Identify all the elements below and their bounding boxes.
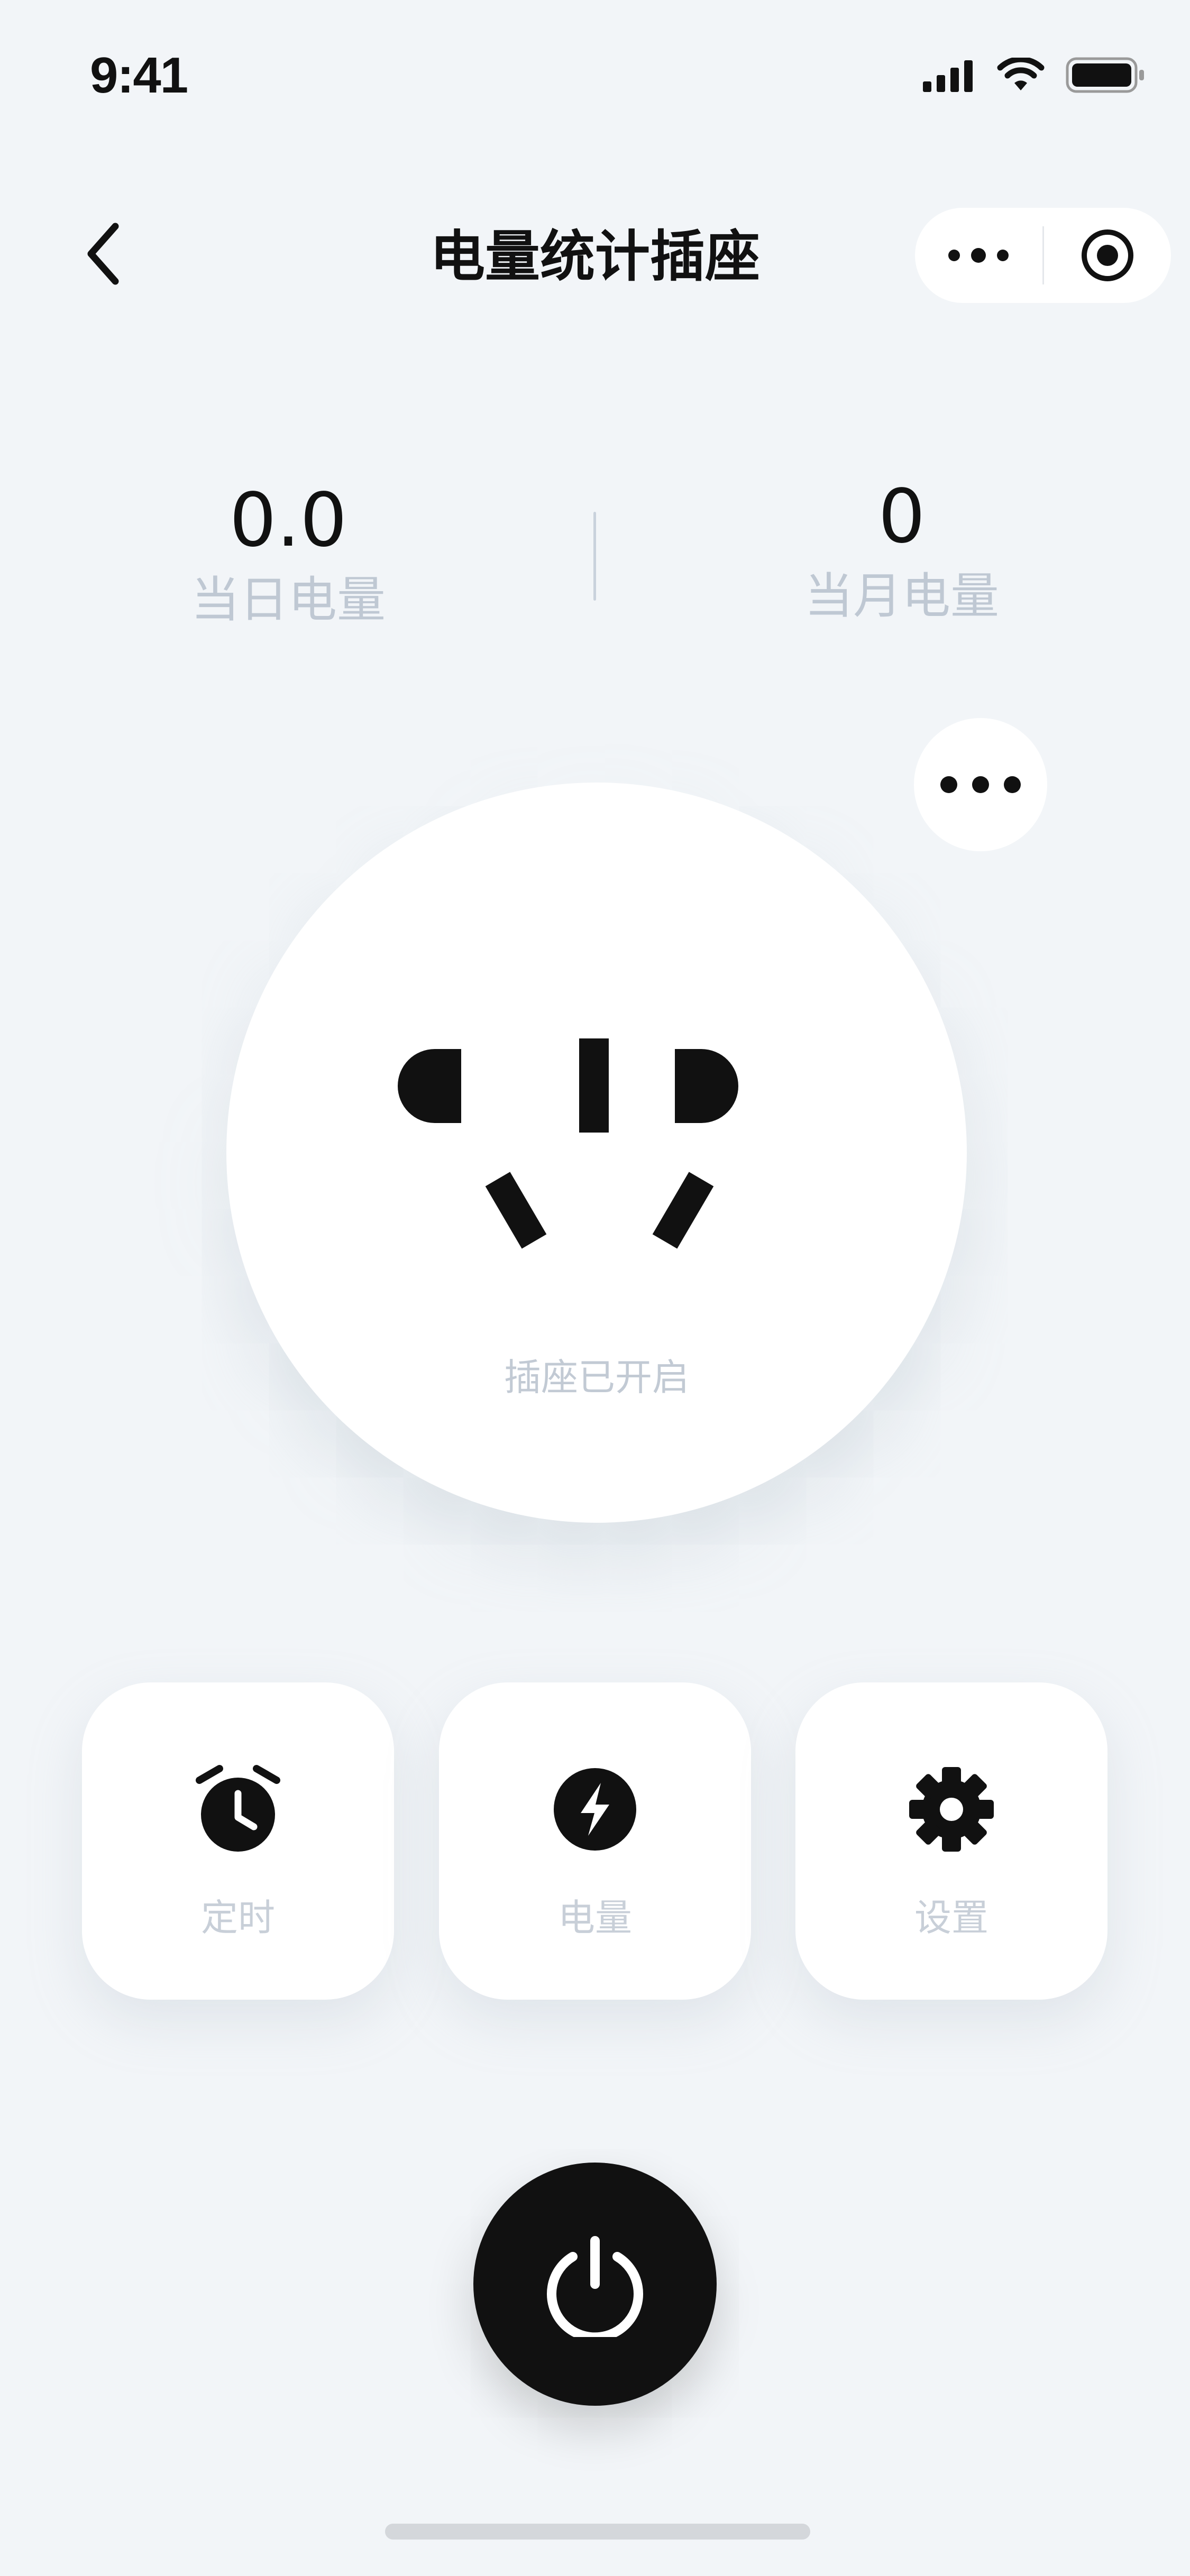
lightning-icon <box>554 1768 636 1851</box>
energy-label: 电量 <box>558 1896 632 1939</box>
monthly-energy-value: 0 <box>878 474 926 560</box>
alarm-clock-icon <box>196 1765 280 1852</box>
target-close-icon <box>1081 229 1133 281</box>
energy-card[interactable]: 电量 <box>439 1682 751 2000</box>
stats-divider <box>593 512 596 601</box>
monthly-energy-stat: 0 当月电量 <box>717 475 1087 628</box>
timer-label: 定时 <box>201 1896 275 1939</box>
power-icon <box>547 2236 643 2337</box>
battery-icon <box>1066 57 1144 93</box>
capsule-close-button[interactable] <box>1044 208 1171 303</box>
status-icons <box>923 57 1145 93</box>
more-options-button[interactable] <box>914 718 1047 851</box>
timer-card[interactable]: 定时 <box>82 1682 394 2000</box>
status-time: 9:41 <box>90 47 188 104</box>
settings-label: 设置 <box>914 1896 988 1939</box>
capsule-more-button[interactable] <box>915 208 1042 303</box>
miniprogram-capsule <box>915 208 1171 303</box>
settings-card[interactable]: 设置 <box>795 1682 1107 2000</box>
socket-status-text: 插座已开启 <box>504 1356 689 1399</box>
more-dots-icon <box>940 776 1021 793</box>
monthly-energy-label: 当月电量 <box>804 568 999 624</box>
cellular-signal-icon <box>923 60 973 92</box>
daily-energy-stat: 0.0 当日电量 <box>103 479 473 632</box>
home-indicator[interactable] <box>385 2524 810 2540</box>
gear-icon <box>909 1767 994 1852</box>
daily-energy-label: 当日电量 <box>190 572 386 628</box>
more-dots-icon <box>948 248 1009 263</box>
daily-energy-value: 0.0 <box>229 477 347 564</box>
socket-outlet-icon <box>398 1038 738 1249</box>
power-button[interactable] <box>473 2163 717 2406</box>
wifi-icon <box>997 58 1045 90</box>
